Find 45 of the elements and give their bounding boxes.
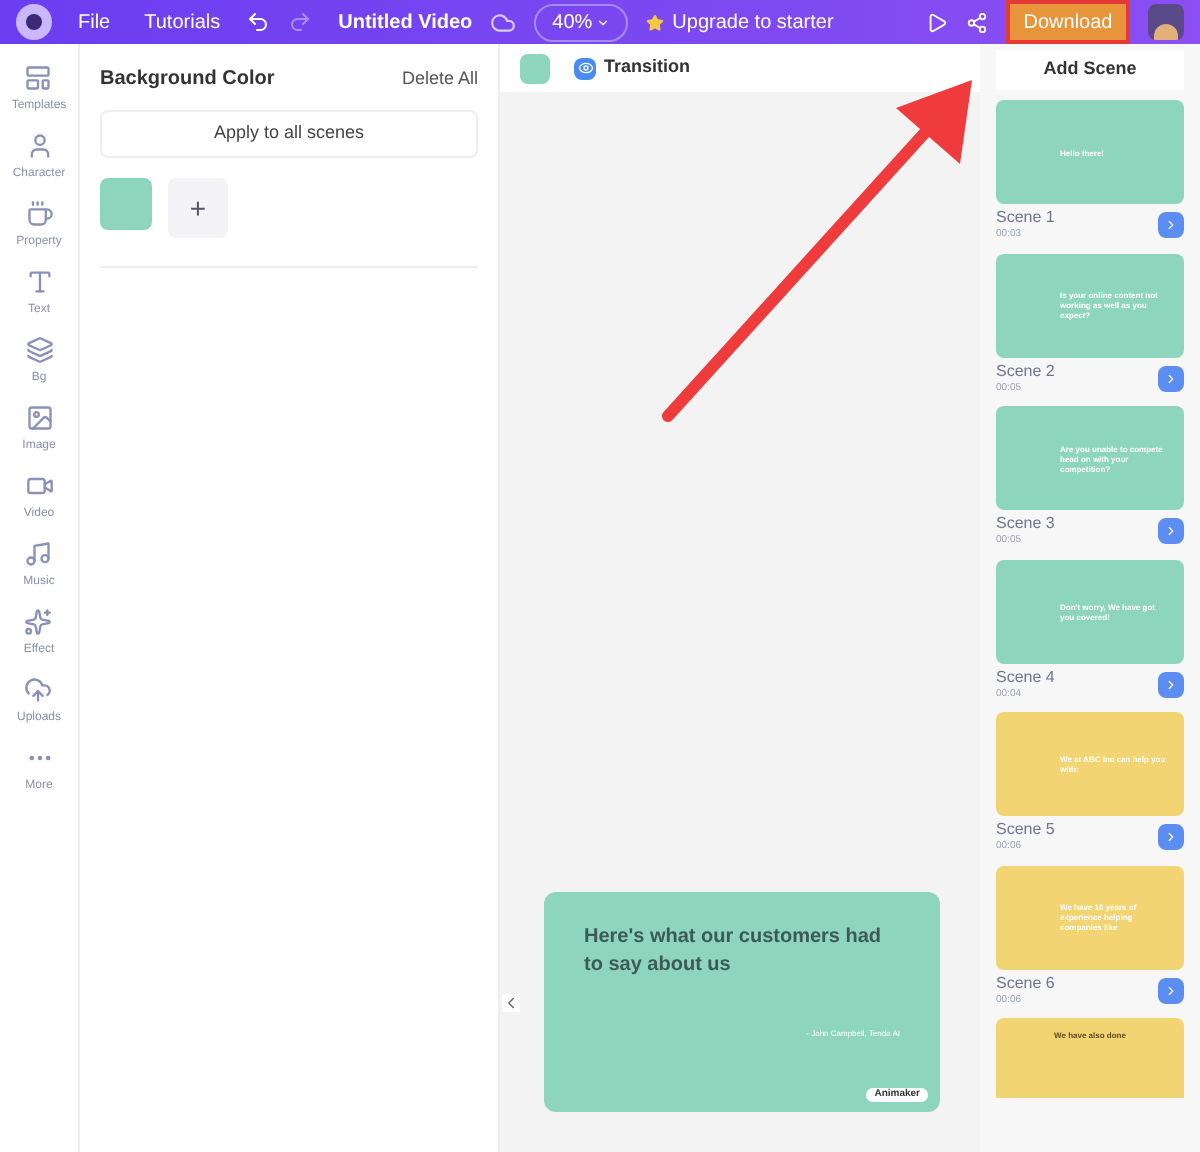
scene-name: Scene 2 xyxy=(996,361,1055,381)
scene-action-button[interactable] xyxy=(1158,671,1184,698)
undo-icon[interactable] xyxy=(246,10,271,34)
eye-icon xyxy=(574,57,596,79)
add-scene-button[interactable]: Add Scene xyxy=(996,50,1184,90)
video-title[interactable]: Untitled Video xyxy=(338,7,473,37)
layers-icon xyxy=(25,336,53,364)
image-icon xyxy=(25,404,53,432)
scene-name: Scene 4 xyxy=(996,667,1055,687)
cup-icon xyxy=(25,200,53,228)
scene-action-button[interactable] xyxy=(1158,365,1184,392)
caret-icon xyxy=(596,15,611,29)
star-icon xyxy=(646,13,665,31)
scene-name: Scene 5 xyxy=(996,820,1055,840)
download-button[interactable]: Download xyxy=(1006,0,1130,44)
template-icon xyxy=(24,64,53,92)
scene-action-button[interactable] xyxy=(1158,824,1184,851)
text-icon xyxy=(25,268,53,296)
add-color-button[interactable]: + xyxy=(168,178,228,238)
scene-action-button[interactable] xyxy=(1158,518,1184,545)
scene-name: Scene 6 xyxy=(996,973,1055,993)
zoom-dropdown[interactable]: 40% xyxy=(534,3,629,41)
music-note-icon xyxy=(24,540,53,568)
person-icon xyxy=(25,132,53,160)
collapse-icon[interactable] xyxy=(502,993,520,1011)
scene-action-button[interactable] xyxy=(1158,977,1184,1004)
app-logo-icon[interactable] xyxy=(16,4,52,40)
scene-action-button[interactable] xyxy=(1158,212,1184,239)
panel-title: Background Color xyxy=(100,66,275,94)
share-icon[interactable] xyxy=(966,11,988,33)
color-swatch[interactable] xyxy=(520,53,550,83)
upgrade-link[interactable]: Upgrade to starter xyxy=(646,7,834,37)
apply-all-button[interactable]: Apply to all scenes xyxy=(100,110,478,158)
menu-item[interactable]: File xyxy=(70,7,119,37)
scene-name: Scene 1 xyxy=(996,208,1055,228)
transition-button[interactable]: Transition xyxy=(574,54,691,82)
avatar[interactable] xyxy=(1148,4,1184,40)
scene-name: Scene 3 xyxy=(996,514,1055,534)
cloud-upload-icon xyxy=(24,676,53,704)
menu-item[interactable]: Tutorials xyxy=(136,7,229,37)
cloud-icon xyxy=(490,9,517,35)
delete-all-button[interactable]: Delete All xyxy=(401,65,478,93)
color-swatch[interactable] xyxy=(100,178,152,230)
canvas-heading: Here's what our customers had to say about us xyxy=(584,924,884,980)
sparkle-icon xyxy=(24,608,53,636)
